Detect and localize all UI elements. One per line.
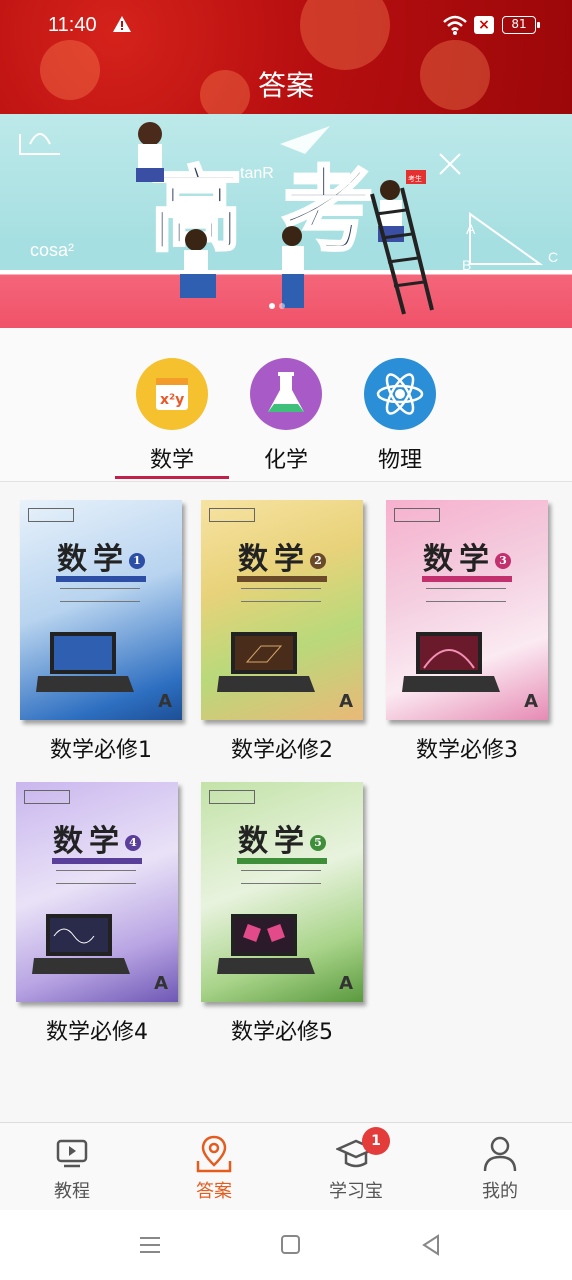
- carousel-dots: [269, 303, 285, 309]
- book-cover: 数学 2 A: [201, 500, 363, 720]
- warning-icon: [113, 16, 131, 32]
- book-cover: 数学 5 A: [201, 782, 363, 1002]
- tab-math[interactable]: x²y 数学: [115, 358, 229, 474]
- subject-tabs: x²y 数学 化学 物理: [0, 328, 572, 482]
- doodle-b: B: [462, 257, 471, 273]
- math-icon: x²y: [136, 358, 208, 430]
- person-icon: [480, 1133, 520, 1173]
- home-icon[interactable]: [279, 1234, 303, 1256]
- tab-physics[interactable]: 物理: [343, 358, 457, 474]
- flask-icon: [250, 358, 322, 430]
- banner-illustration: tanR cosa² A B C 高考 考生: [19, 122, 558, 315]
- wifi-icon: [443, 15, 467, 35]
- svg-text:x²y: x²y: [160, 392, 184, 408]
- nav-item-study-treasure[interactable]: 1 学习宝: [306, 1127, 406, 1203]
- banner-carousel[interactable]: tanR cosa² A B C 高考 考生: [0, 114, 572, 328]
- doodle-c: C: [548, 249, 558, 265]
- map-pin-icon: [194, 1133, 234, 1173]
- nav-label: 教程: [54, 1181, 90, 1202]
- video-icon: [52, 1133, 92, 1173]
- menu-icon[interactable]: [138, 1234, 162, 1256]
- page-title: 答案: [257, 69, 314, 102]
- book-title: 数学必修5: [231, 1020, 333, 1045]
- system-nav-bar: [0, 1210, 572, 1280]
- nav-item-tutorial[interactable]: 教程: [22, 1133, 122, 1203]
- doodle-a: A: [466, 221, 476, 237]
- bottom-nav: 教程 答案 1 学习宝 我的: [0, 1122, 572, 1210]
- book-item[interactable]: 数学 4 A 数学必修4: [16, 782, 178, 1046]
- status-bar: 11:40 × 81: [0, 0, 572, 52]
- book-cover: 数学 3 A: [386, 500, 548, 720]
- book-item[interactable]: 数学 5 A 数学必修5: [201, 782, 363, 1046]
- nav-item-answers[interactable]: 答案: [164, 1133, 264, 1203]
- notification-badge: 1: [362, 1127, 390, 1155]
- nav-label: 学习宝: [329, 1181, 383, 1202]
- book-title: 数学必修1: [50, 738, 152, 763]
- book-grid: 数学 1 A 数学必修1 数学 2 A 数学必修2 数学 3 A 数学必修3 数…: [0, 482, 572, 1122]
- graduation-cap-icon: 1: [334, 1127, 390, 1173]
- banner-sign: 考生: [408, 174, 422, 183]
- back-icon[interactable]: [420, 1234, 444, 1256]
- tab-label: 数学: [149, 448, 194, 473]
- book-item[interactable]: 数学 3 A 数学必修3: [386, 500, 548, 764]
- tab-chemistry[interactable]: 化学: [229, 358, 343, 474]
- nav-label: 我的: [482, 1181, 518, 1202]
- nav-item-mine[interactable]: 我的: [450, 1133, 550, 1203]
- battery-icon: 81: [502, 16, 540, 34]
- app-header: 11:40 × 81 答案: [0, 0, 572, 114]
- book-title: 数学必修4: [46, 1020, 148, 1045]
- doodle-cosa: cosa²: [30, 240, 74, 260]
- selected-tab-indicator: [115, 476, 229, 479]
- book-item[interactable]: 数学 1 A 数学必修1: [20, 500, 182, 764]
- tab-label: 化学: [263, 448, 308, 473]
- nav-label: 答案: [196, 1181, 232, 1202]
- book-title: 数学必修3: [416, 738, 518, 763]
- book-cover: 数学 1 A: [20, 500, 182, 720]
- tab-label: 物理: [377, 448, 422, 473]
- book-item[interactable]: 数学 2 A 数学必修2: [201, 500, 363, 764]
- atom-icon: [364, 358, 436, 430]
- status-time: 11:40: [48, 14, 97, 36]
- book-cover: 数学 4 A: [16, 782, 178, 1002]
- sim-x-icon: ×: [474, 16, 494, 34]
- book-title: 数学必修2: [231, 738, 333, 763]
